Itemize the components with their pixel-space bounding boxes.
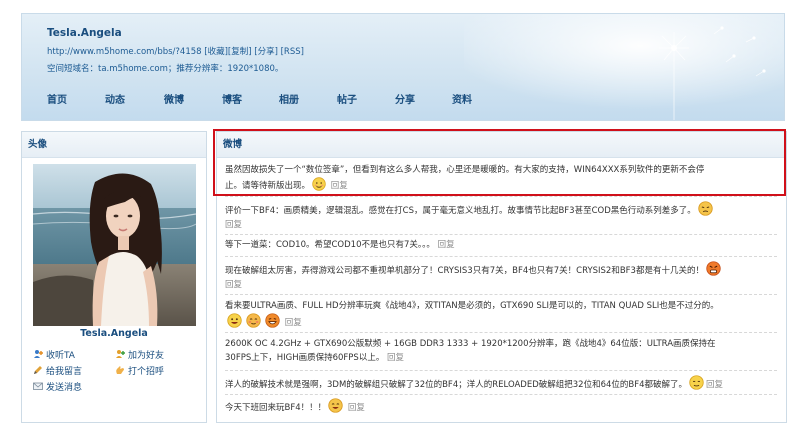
space-url-link[interactable]: http://www.m5home.com/bbs/?4158 <box>47 47 202 57</box>
leave-message-label: 给我留言 <box>46 367 83 377</box>
post-text-cont: 止。请等待新版出现。 回复 <box>225 177 777 193</box>
post-text: 看来要ULTRA画质、FULL HD分辨率玩爽《战地4》，双TITAN是必须的，… <box>225 301 719 311</box>
nav-weibo[interactable]: 微博 <box>164 91 184 106</box>
weibo-post: 今天下班回来玩BF4！！！ 回复 <box>225 398 777 415</box>
copy-link[interactable]: [复制] <box>228 47 252 57</box>
send-message-label: 发送消息 <box>46 383 83 393</box>
nav-feed[interactable]: 动态 <box>105 91 125 106</box>
follow-icon <box>34 350 43 358</box>
reply-link[interactable]: 回复 <box>438 240 455 250</box>
post-text: 今天下班回来玩BF4！！！ <box>225 403 327 413</box>
post-divider <box>225 370 777 371</box>
rss-link[interactable]: [RSS] <box>281 47 304 57</box>
reply-link[interactable]: 回复 <box>348 403 365 413</box>
nav-album[interactable]: 相册 <box>279 91 299 106</box>
reply-link[interactable]: 回复 <box>387 353 404 363</box>
avatar-panel: 头像 Tesla.Angela 收听TA 加为好友 给我留言 打个招呼 发送消息 <box>21 131 207 423</box>
post-divider <box>225 294 777 295</box>
reply-link[interactable]: 回复 <box>331 181 348 191</box>
reply-link[interactable]: 回复 <box>285 318 302 328</box>
bookmark-link[interactable]: [收藏] <box>204 47 228 57</box>
avatar-photo[interactable] <box>33 164 196 326</box>
share-link[interactable]: [分享] <box>254 47 278 57</box>
weibo-post: 评价一下BF4：画质精美，逻辑混乱。感觉在打CS，属于毫无意义地乱打。故事情节比… <box>225 201 777 232</box>
nav-blog[interactable]: 博客 <box>222 91 242 106</box>
avatar-panel-title: 头像 <box>22 132 206 158</box>
shy-smiley-icon <box>689 375 704 390</box>
envelope-icon <box>33 382 43 390</box>
reply-link[interactable]: 回复 <box>706 380 723 390</box>
avatar-image <box>33 164 196 326</box>
add-friend-icon <box>116 350 125 358</box>
post-divider <box>225 256 777 257</box>
space-username[interactable]: Tesla.Angela <box>47 27 122 39</box>
post-divider <box>225 332 777 333</box>
blush-smiley-icon <box>246 313 261 328</box>
pencil-icon <box>34 366 42 374</box>
reply-link[interactable]: 回复 <box>225 280 242 290</box>
post-text-cont: 30FPS上下，HIGH画质保持60FPS以上。 <box>225 353 385 363</box>
weibo-panel-title: 微博 <box>217 132 786 158</box>
follow-button[interactable]: 收听TA <box>33 348 75 361</box>
nav-profile[interactable]: 资料 <box>452 91 472 106</box>
leave-message-button[interactable]: 给我留言 <box>33 364 82 377</box>
weibo-post: 看来要ULTRA画质、FULL HD分辨率玩爽《战地4》，双TITAN是必须的，… <box>225 299 777 330</box>
profile-name[interactable]: Tesla.Angela <box>22 328 206 339</box>
short-domain-line: 空间短域名：ta.m5home.com；推荐分辨率：1920*1080。 <box>47 64 284 74</box>
laugh-smiley-icon <box>265 313 280 328</box>
weibo-post: 洋人的破解技术就是强啊，3DM的破解组只破解了32位的BF4；洋人的RELOAD… <box>225 375 777 392</box>
post-text: 现在破解组太厉害，弄得游戏公司都不重视单机部分了！CRYSIS3只有7关，BF4… <box>225 261 777 278</box>
post-text: 等下一道菜：COD10。希望COD10不是也只有7关。。。 <box>225 240 435 250</box>
post-text: 虽然因故损失了一个“数位签章”，但看到有这么多人帮我，心里还是暖暖的。有大家的支… <box>225 165 705 175</box>
post-text: 2600K OC 4.2GHz + GTX690公版默频 + 16GB DDR3… <box>225 339 716 349</box>
space-header: Tesla.Angela http://www.m5home.com/bbs/?… <box>21 13 785 121</box>
post-text: 洋人的破解技术就是强啊，3DM的破解组只破解了32位的BF4；洋人的RELOAD… <box>225 380 688 390</box>
reply-link[interactable]: 回复 <box>225 220 242 230</box>
nav-threads[interactable]: 帖子 <box>337 91 357 106</box>
greet-button[interactable]: 打个招呼 <box>115 364 164 377</box>
follow-label: 收听TA <box>46 351 75 361</box>
greet-icon <box>116 366 124 374</box>
weibo-post: 等下一道菜：COD10。希望COD10不是也只有7关。。。 回复 <box>225 238 777 252</box>
nav-share[interactable]: 分享 <box>395 91 415 106</box>
add-friend-button[interactable]: 加为好友 <box>115 348 164 361</box>
cheer-smiley-icon <box>328 398 343 413</box>
weibo-post: 2600K OC 4.2GHz + GTX690公版默频 + 16GB DDR3… <box>225 337 777 365</box>
send-message-button[interactable]: 发送消息 <box>33 380 82 393</box>
add-friend-label: 加为好友 <box>128 351 165 361</box>
space-url-line: http://www.m5home.com/bbs/?4158 [收藏][复制]… <box>47 45 304 57</box>
nav-home[interactable]: 首页 <box>47 91 67 106</box>
angry-smiley-icon <box>706 261 721 276</box>
grin-smiley-icon <box>227 313 242 328</box>
pout-smiley-icon <box>698 201 713 216</box>
post-divider <box>225 234 777 235</box>
greet-label: 打个招呼 <box>128 367 165 377</box>
shy-smiley-icon <box>312 177 326 191</box>
weibo-panel: 微博 虽然因故损失了一个“数位签章”，但看到有这么多人帮我，心里还是暖暖的。有大… <box>216 131 787 423</box>
weibo-post: 现在破解组太厉害，弄得游戏公司都不重视单机部分了！CRYSIS3只有7关，BF4… <box>225 261 777 292</box>
post-text: 评价一下BF4：画质精美，逻辑混乱。感觉在打CS，属于毫无意义地乱打。故事情节比… <box>225 201 777 218</box>
dandelion-banner-image <box>464 14 784 120</box>
post-divider <box>225 196 777 197</box>
post-divider <box>225 394 777 395</box>
weibo-post: 虽然因故损失了一个“数位签章”，但看到有这么多人帮我，心里还是暖暖的。有大家的支… <box>225 163 777 193</box>
